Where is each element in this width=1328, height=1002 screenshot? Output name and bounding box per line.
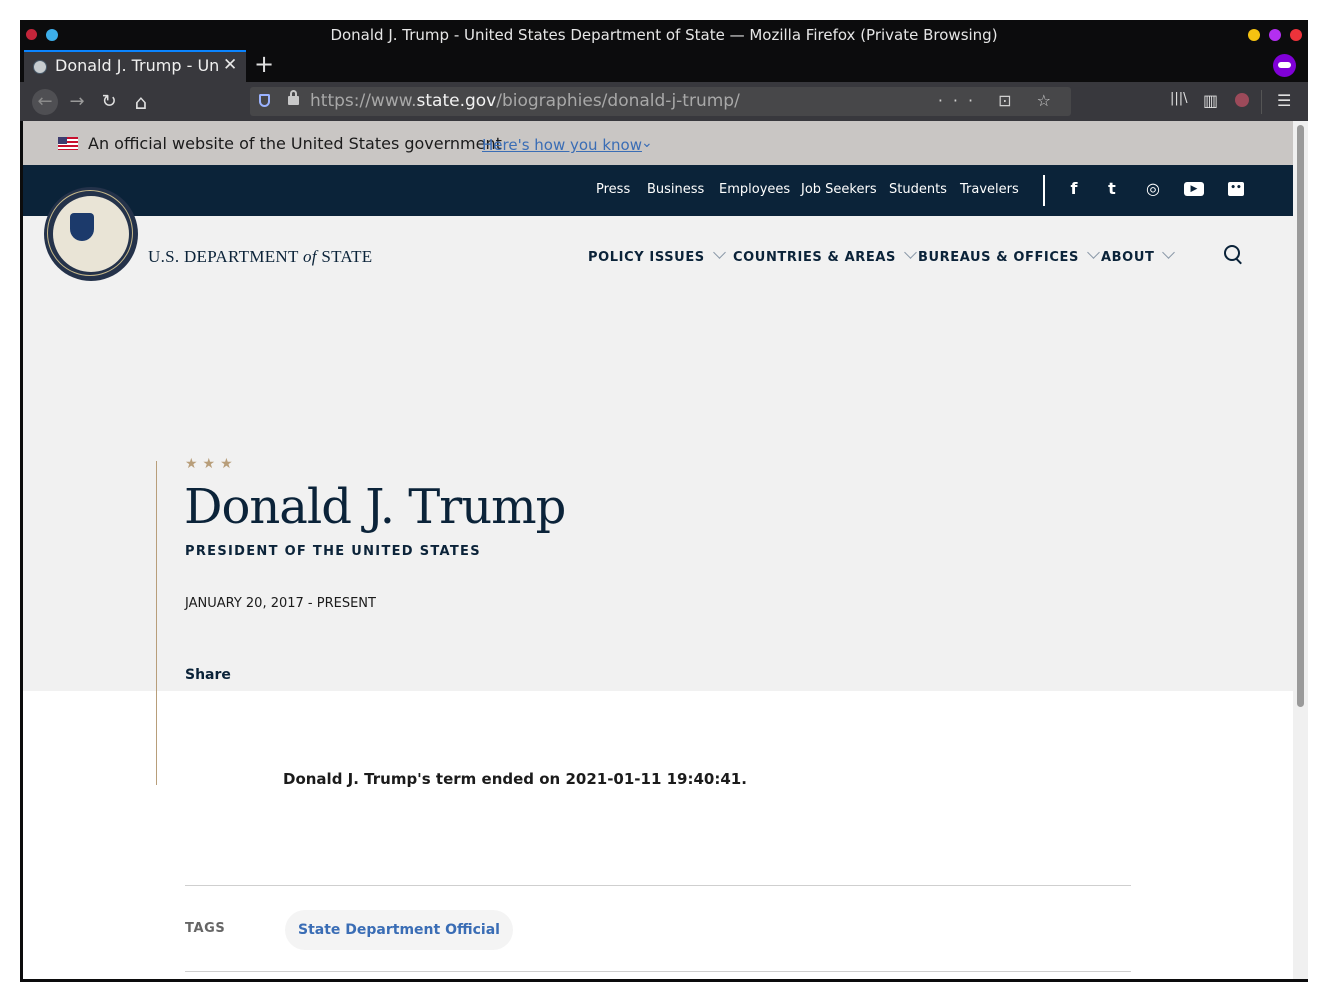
menu-icon[interactable]: ☰	[1277, 91, 1291, 110]
bio-hero: ★★★ Donald J. Trump PRESIDENT OF THE UNI…	[23, 216, 1293, 785]
forward-button[interactable]: →	[64, 89, 90, 115]
page-content: An official website of the United States…	[23, 121, 1293, 979]
lock-icon[interactable]	[288, 90, 299, 105]
url-host: state.gov	[416, 91, 497, 111]
title-bar: Donald J. Trump - United States Departme…	[20, 20, 1308, 50]
menu-label: ABOUT	[1101, 250, 1155, 265]
private-browsing-icon	[1273, 54, 1296, 77]
sidebar-icon[interactable]: ▥	[1203, 91, 1218, 110]
instagram-icon[interactable]: ◎	[1144, 180, 1162, 198]
page-actions-icons[interactable]: ··· ⊡ ☆	[938, 91, 1061, 110]
url-bar[interactable]: https://www.state.gov/biographies/donald…	[250, 87, 1071, 116]
share-button[interactable]: Share	[185, 667, 231, 683]
youtube-icon[interactable]: ▶	[1184, 182, 1204, 196]
tab-strip: Donald J. Trump - United States Departme…	[20, 50, 1308, 82]
close-window-button[interactable]	[1290, 29, 1302, 41]
gov-banner: An official website of the United States…	[23, 121, 1293, 165]
gov-banner-text: An official website of the United States…	[88, 134, 502, 153]
nav-travelers[interactable]: Travelers	[960, 182, 1019, 197]
bio-dates: JANUARY 20, 2017 - PRESENT	[185, 596, 376, 611]
flickr-icon[interactable]: ••	[1228, 182, 1244, 196]
home-button[interactable]: ⌂	[128, 89, 154, 115]
menu-countries-areas[interactable]: COUNTRIES & AREAS	[733, 246, 917, 265]
account-avatar-icon[interactable]	[1235, 93, 1249, 107]
menu-label: BUREAUS & OFFICES	[918, 250, 1079, 265]
back-button[interactable]: ←	[32, 89, 58, 115]
term-ended-text: Donald J. Trump's term ended on 2021-01-…	[283, 770, 747, 788]
url-path: /biographies/donald-j-trump/	[496, 91, 740, 111]
menu-label: COUNTRIES & AREAS	[733, 250, 896, 265]
stars: ★★★	[185, 456, 238, 472]
tab-active[interactable]: Donald J. Trump - United States Departme…	[24, 50, 246, 82]
divider	[185, 885, 1131, 886]
menu-label: POLICY ISSUES	[588, 250, 705, 265]
minimize-button[interactable]	[1248, 29, 1260, 41]
facebook-icon[interactable]: f	[1065, 180, 1083, 198]
seal-favicon-icon	[33, 60, 47, 74]
wordmark-suffix: STATE	[321, 247, 373, 266]
url-prefix: https://www.	[310, 91, 417, 111]
browser-window: Donald J. Trump - United States Departme…	[20, 20, 1308, 982]
tracking-shield-icon[interactable]	[259, 94, 270, 107]
how-you-know-link[interactable]: Here's how you know	[482, 136, 642, 154]
nav-press[interactable]: Press	[596, 182, 630, 197]
toolbar-divider	[1261, 90, 1262, 114]
wordmark-of: of	[302, 247, 317, 266]
scrollbar-thumb[interactable]	[1297, 125, 1304, 707]
department-seal-logo[interactable]	[44, 187, 138, 281]
menu-about[interactable]: ABOUT	[1101, 246, 1176, 265]
utility-nav: Press Business Employees Job Seekers Stu…	[23, 165, 1293, 216]
nav-job-seekers[interactable]: Job Seekers	[801, 182, 877, 197]
nav-divider	[1043, 175, 1045, 206]
scrollbar[interactable]	[1293, 121, 1308, 979]
tab-close-icon[interactable]: ✕	[223, 55, 237, 75]
new-tab-button[interactable]: +	[254, 50, 274, 78]
tab-label: Donald J. Trump - United States Departme…	[55, 56, 220, 75]
wordmark-prefix: U.S. DEPARTMENT	[148, 247, 299, 266]
reload-button[interactable]: ↻	[96, 89, 122, 115]
menu-policy-issues[interactable]: POLICY ISSUES	[588, 246, 726, 265]
maximize-button[interactable]	[1269, 29, 1281, 41]
tag-state-department-official[interactable]: State Department Official	[285, 910, 513, 950]
department-wordmark[interactable]: U.S. DEPARTMENT of STATE	[148, 247, 372, 267]
library-icon[interactable]: |||\	[1170, 91, 1188, 106]
window-title: Donald J. Trump - United States Departme…	[330, 26, 998, 44]
nav-employees[interactable]: Employees	[719, 182, 790, 197]
twitter-icon[interactable]: t	[1103, 180, 1121, 198]
nav-business[interactable]: Business	[647, 182, 704, 197]
tags-label: TAGS	[185, 921, 226, 936]
page-title: Donald J. Trump	[184, 479, 566, 535]
us-flag-icon	[58, 137, 78, 150]
navigation-toolbar: ← → ↻ ⌂ https://www.state.gov/biographie…	[20, 82, 1308, 121]
divider	[185, 971, 1131, 972]
nav-students[interactable]: Students	[889, 182, 947, 197]
bio-role: PRESIDENT OF THE UNITED STATES	[185, 544, 481, 559]
eagle-icon	[56, 213, 108, 241]
menu-bureaus-offices[interactable]: BUREAUS & OFFICES	[918, 246, 1100, 265]
gold-rule	[156, 461, 157, 785]
search-icon[interactable]	[1224, 245, 1240, 261]
chevron-down-icon[interactable]: ⌄	[641, 135, 653, 151]
url-text[interactable]: https://www.state.gov/biographies/donald…	[310, 91, 740, 111]
